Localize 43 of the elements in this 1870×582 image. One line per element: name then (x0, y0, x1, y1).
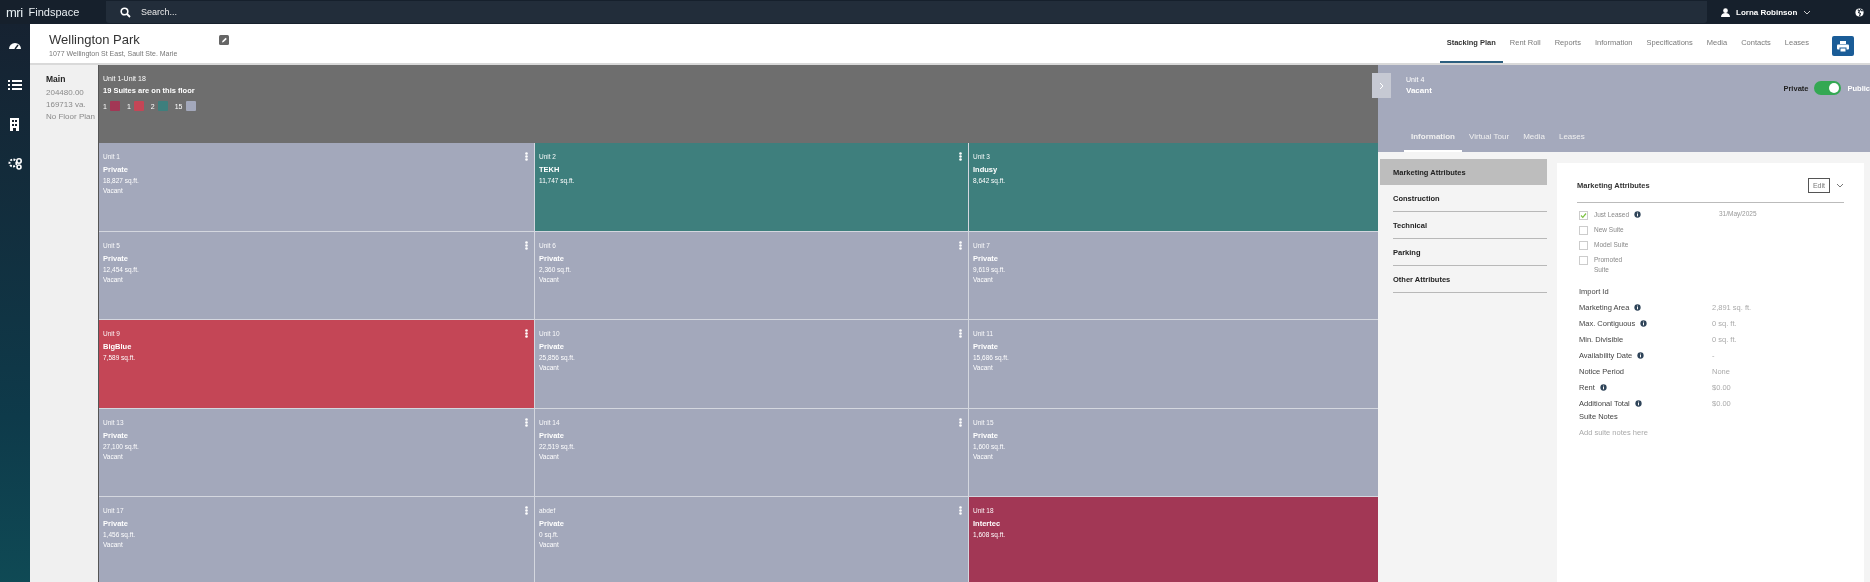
kebab-menu-icon[interactable] (959, 152, 962, 161)
person-icon (1721, 7, 1730, 17)
kebab-menu-icon[interactable] (525, 506, 528, 516)
floor-info: No Floor Plan (46, 111, 95, 123)
checkbox[interactable] (1579, 211, 1588, 220)
info-icon (1634, 399, 1642, 407)
kebab-menu-icon[interactable] (959, 329, 962, 339)
building-icon[interactable] (8, 118, 22, 131)
chevron-down-icon (1803, 8, 1812, 16)
user-menu[interactable]: Lorna Robinson (1721, 7, 1839, 17)
info-icon (1634, 303, 1642, 311)
chevron-right-icon (1379, 81, 1384, 90)
property-name: Wellington Park (49, 32, 140, 47)
kebab-menu-icon[interactable] (525, 329, 528, 339)
floor-info: 204480.00 (46, 87, 84, 99)
kebab-menu-icon[interactable] (525, 417, 528, 427)
visibility-toggle[interactable] (1814, 81, 1842, 95)
print-button[interactable] (1832, 36, 1854, 56)
kebab-menu-icon[interactable] (959, 506, 962, 516)
edit-icon[interactable] (219, 35, 229, 45)
list-icon[interactable] (8, 79, 22, 92)
floor-name[interactable]: Main (46, 74, 66, 84)
kebab-menu-icon[interactable] (959, 240, 962, 250)
kebab-menu-icon[interactable] (525, 240, 528, 250)
kebab-menu-icon[interactable] (959, 417, 962, 427)
printer-icon (1837, 40, 1849, 52)
check-icon (1580, 212, 1587, 219)
info-icon (1640, 319, 1648, 327)
brand-logo[interactable]: mri (6, 4, 23, 20)
product-name: Findspace (28, 6, 80, 18)
globe-icon[interactable] (1855, 7, 1864, 17)
checkbox[interactable] (1579, 226, 1588, 235)
info-icon (1599, 383, 1607, 391)
chevron-down-icon[interactable] (1836, 183, 1844, 188)
info-icon (1637, 351, 1645, 359)
floor-info: 169713 va. (46, 99, 86, 111)
search-field[interactable]: Search... (139, 6, 443, 18)
info-icon (1634, 211, 1642, 218)
search-icon (120, 6, 131, 18)
checkbox[interactable] (1579, 256, 1588, 265)
checkbox[interactable] (1579, 241, 1588, 250)
gears-icon[interactable] (8, 157, 22, 170)
unit-status: Vacant (1406, 86, 1432, 95)
